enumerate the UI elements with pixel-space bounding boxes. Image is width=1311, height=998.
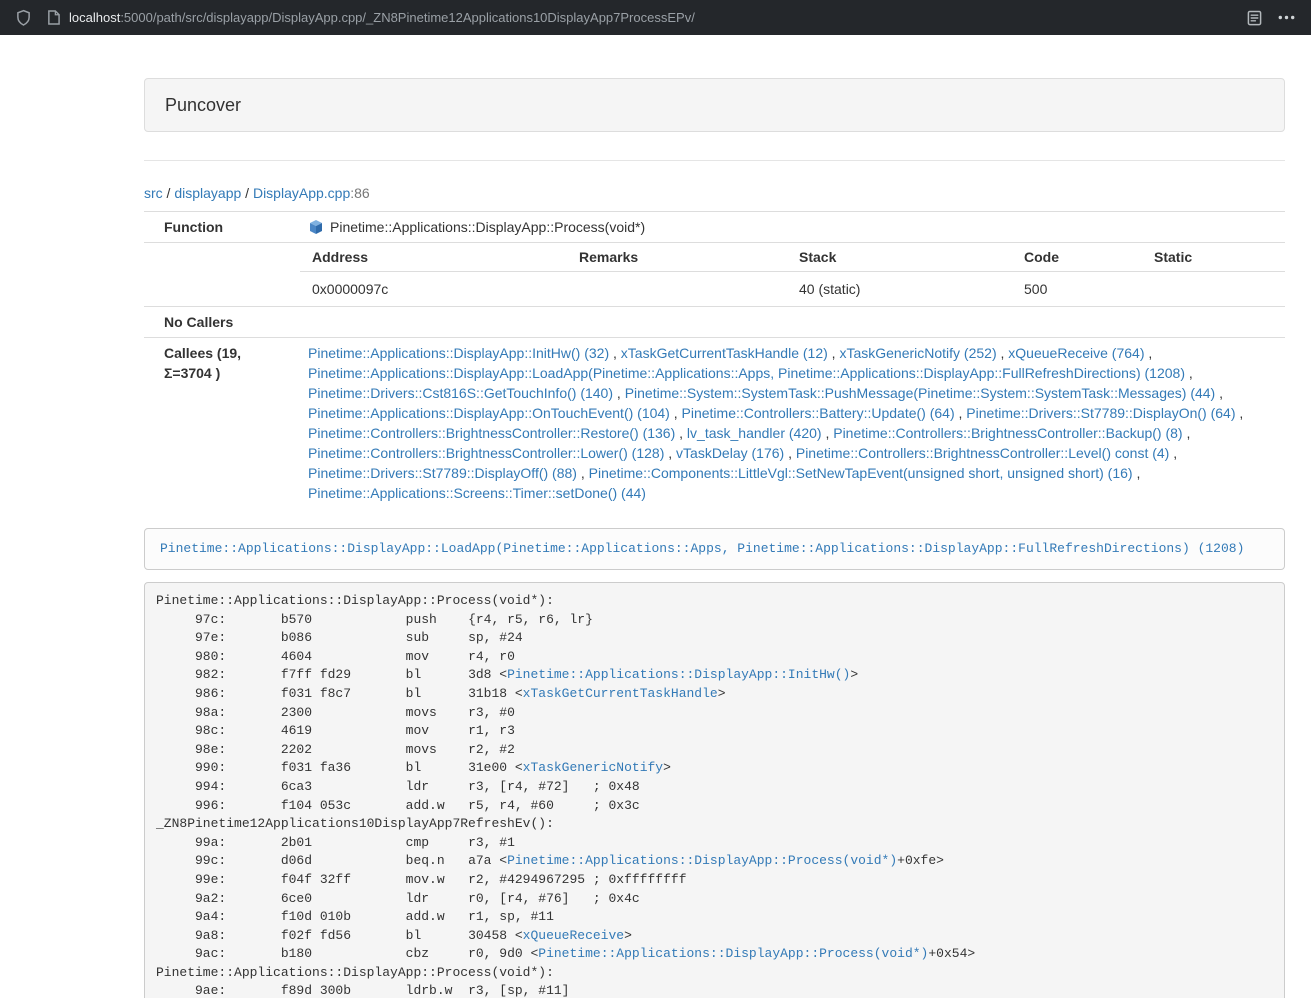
breadcrumb: src / displayapp / DisplayApp.cpp:86 <box>144 183 1285 203</box>
static-value <box>1142 272 1285 307</box>
highlighted-callee-box: Pinetime::Applications::DisplayApp::Load… <box>144 528 1285 570</box>
col-remarks: Remarks <box>567 243 787 272</box>
col-code: Code <box>1012 243 1142 272</box>
col-address: Address <box>300 243 567 272</box>
url-bar[interactable]: localhost:5000/path/src/displayapp/Displ… <box>47 10 1231 25</box>
callee-separator: , <box>664 445 676 461</box>
breadcrumb-link[interactable]: displayapp <box>174 185 241 201</box>
breadcrumb-link[interactable]: src <box>144 185 163 201</box>
callee-link[interactable]: xTaskGetCurrentTaskHandle (12) <box>621 345 828 361</box>
metrics-row: Address Remarks Stack Code Static 0x0000… <box>144 243 1285 307</box>
page-content: Puncover src / displayapp / DisplayApp.c… <box>144 78 1285 998</box>
metrics-header-row: Address Remarks Stack Code Static <box>300 243 1285 272</box>
callee-separator: , <box>609 345 621 361</box>
code-symbol-link[interactable]: Pinetime::Applications::DisplayApp::Proc… <box>538 946 928 961</box>
no-callers-label: No Callers <box>144 307 300 338</box>
callee-separator: , <box>828 345 840 361</box>
callee-separator: , <box>1185 365 1193 381</box>
callee-separator: , <box>1236 405 1244 421</box>
callee-link[interactable]: Pinetime::Applications::DisplayApp::OnTo… <box>308 405 670 421</box>
code-symbol-link[interactable]: xTaskGenericNotify <box>523 760 663 775</box>
callee-link[interactable]: xTaskGenericNotify (252) <box>839 345 996 361</box>
code-symbol-link[interactable]: Pinetime::Applications::DisplayApp::Proc… <box>507 853 897 868</box>
callees-label: Callees (19, Σ=3704 ) <box>144 338 300 509</box>
callees-row: Callees (19, Σ=3704 ) Pinetime::Applicat… <box>144 338 1285 509</box>
callee-separator: , <box>822 425 834 441</box>
callee-link[interactable]: Pinetime::Components::LittleVgl::SetNewT… <box>589 465 1133 481</box>
callee-separator: , <box>784 445 796 461</box>
page-icon <box>47 10 60 25</box>
function-symbol-cell: Pinetime::Applications::DisplayApp::Proc… <box>300 212 1285 243</box>
url-host: localhost <box>69 10 120 25</box>
callee-link[interactable]: xQueueReceive (764) <box>1008 345 1144 361</box>
code-symbol-link[interactable]: Pinetime::Applications::DisplayApp::Init… <box>507 667 850 682</box>
callees-list: Pinetime::Applications::DisplayApp::Init… <box>300 338 1285 509</box>
function-row-label: Function <box>144 212 300 243</box>
col-stack: Stack <box>787 243 1012 272</box>
highlighted-callee-link[interactable]: Pinetime::Applications::DisplayApp::Load… <box>160 541 1244 556</box>
browser-chrome: localhost:5000/path/src/displayapp/Displ… <box>0 0 1311 35</box>
callee-link[interactable]: Pinetime::Controllers::BrightnessControl… <box>796 445 1169 461</box>
callee-separator: , <box>675 425 687 441</box>
callee-link[interactable]: Pinetime::Drivers::Cst816S::GetTouchInfo… <box>308 385 613 401</box>
callee-separator: , <box>1183 425 1191 441</box>
callee-link[interactable]: Pinetime::Controllers::BrightnessControl… <box>308 445 664 461</box>
callee-link[interactable]: Pinetime::Applications::DisplayApp::Load… <box>308 365 1185 381</box>
callee-separator: , <box>1144 345 1152 361</box>
reader-mode-icon[interactable] <box>1247 10 1262 26</box>
metrics-cell: Address Remarks Stack Code Static 0x0000… <box>300 243 1285 307</box>
url-path: :5000/path/src/displayapp/DisplayApp.cpp… <box>120 10 695 25</box>
metrics-row-label <box>144 243 300 307</box>
callee-separator: , <box>997 345 1009 361</box>
callee-separator: , <box>1215 385 1223 401</box>
shield-icon[interactable] <box>16 9 31 26</box>
callee-separator: , <box>1169 445 1177 461</box>
callee-link[interactable]: Pinetime::Drivers::St7789::DisplayOff() … <box>308 465 577 481</box>
code-value: 500 <box>1012 272 1142 307</box>
address-value: 0x0000097c <box>300 272 567 307</box>
disassembly-code-block: Pinetime::Applications::DisplayApp::Proc… <box>144 582 1285 998</box>
function-row: Function Pinetime::Applications::Display… <box>144 212 1285 243</box>
no-callers-cell <box>300 307 1285 338</box>
callee-link[interactable]: lv_task_handler (420) <box>687 425 822 441</box>
breadcrumb-link[interactable]: DisplayApp.cpp <box>253 185 350 201</box>
callee-link[interactable]: Pinetime::Drivers::St7789::DisplayOn() (… <box>966 405 1235 421</box>
callee-link[interactable]: Pinetime::Applications::Screens::Timer::… <box>308 485 646 501</box>
callee-separator: , <box>955 405 967 421</box>
callee-separator: , <box>613 385 625 401</box>
callee-link[interactable]: Pinetime::System::SystemTask::PushMessag… <box>625 385 1216 401</box>
page-title: Puncover <box>165 94 1264 116</box>
overflow-menu-icon[interactable] <box>1278 15 1295 20</box>
function-table: Function Pinetime::Applications::Display… <box>144 211 1285 508</box>
app-header-panel: Puncover <box>144 78 1285 132</box>
callee-link[interactable]: Pinetime::Controllers::Battery::Update()… <box>682 405 955 421</box>
callee-link[interactable]: Pinetime::Applications::DisplayApp::Init… <box>308 345 609 361</box>
function-symbol-icon <box>308 219 324 235</box>
callee-separator: , <box>577 465 589 481</box>
remarks-value <box>567 272 787 307</box>
callee-link[interactable]: Pinetime::Controllers::BrightnessControl… <box>308 425 675 441</box>
no-callers-row: No Callers <box>144 307 1285 338</box>
breadcrumb-line-number: :86 <box>350 185 369 201</box>
callee-separator: , <box>1133 465 1141 481</box>
callee-link[interactable]: Pinetime::Controllers::BrightnessControl… <box>833 425 1182 441</box>
callee-separator: , <box>670 405 682 421</box>
divider <box>144 160 1285 161</box>
code-symbol-link[interactable]: xTaskGetCurrentTaskHandle <box>523 686 718 701</box>
metrics-table: Address Remarks Stack Code Static 0x0000… <box>300 243 1285 306</box>
code-symbol-link[interactable]: xQueueReceive <box>523 928 624 943</box>
callee-link[interactable]: vTaskDelay (176) <box>676 445 784 461</box>
function-symbol-name: Pinetime::Applications::DisplayApp::Proc… <box>330 219 645 235</box>
metrics-value-row: 0x0000097c 40 (static) 500 <box>300 272 1285 307</box>
url-text: localhost:5000/path/src/displayapp/Displ… <box>69 10 695 25</box>
stack-value: 40 (static) <box>787 272 1012 307</box>
col-static: Static <box>1142 243 1285 272</box>
